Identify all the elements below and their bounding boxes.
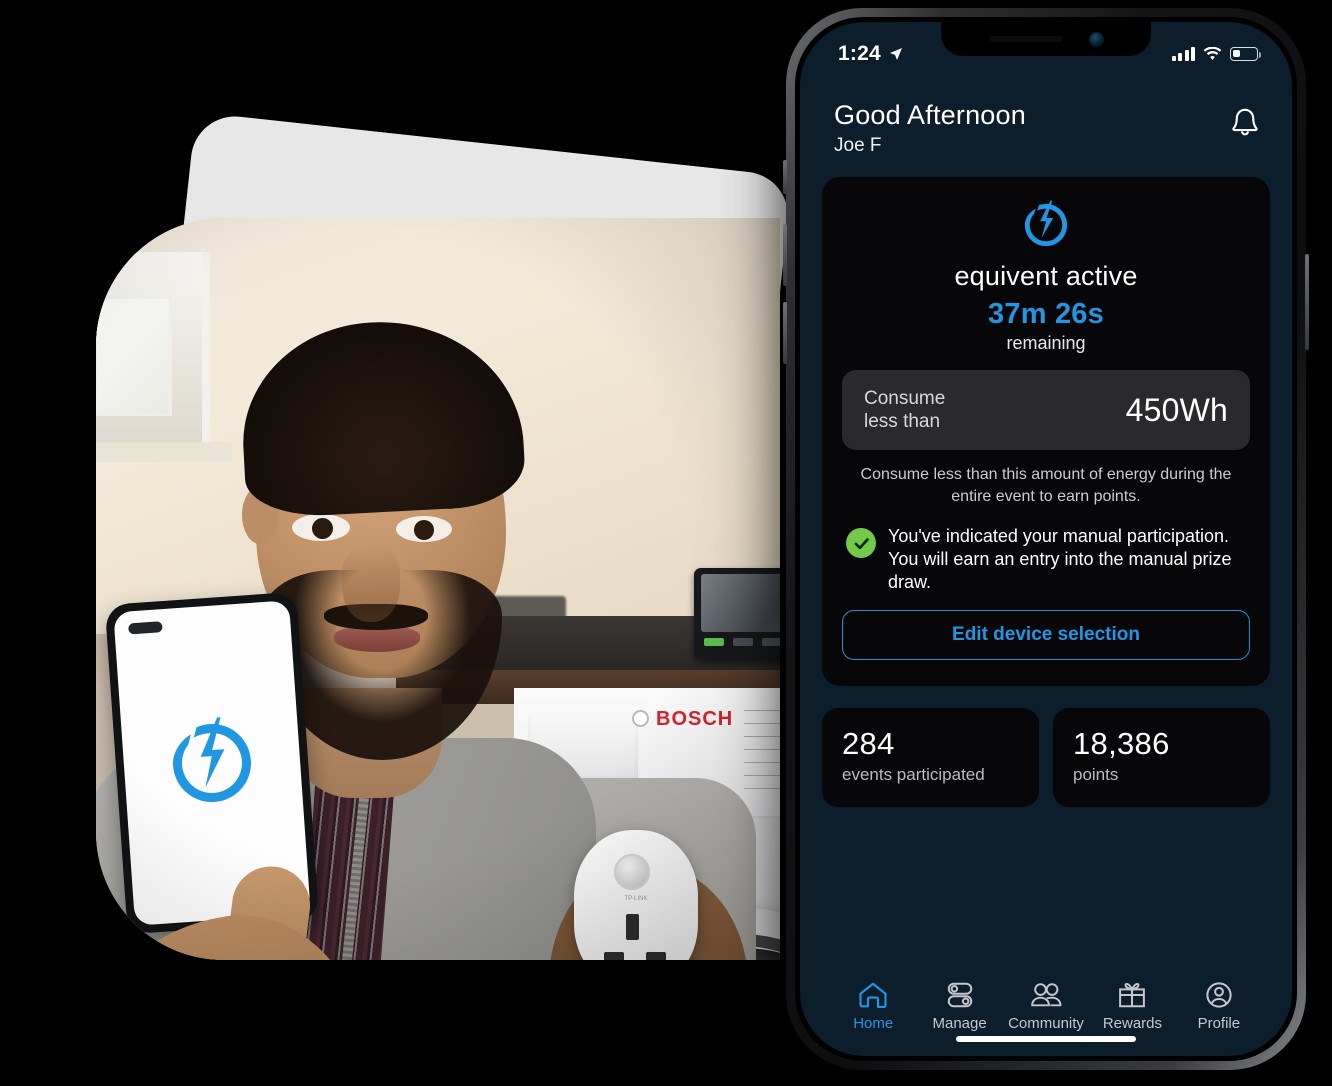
location-arrow-icon: [889, 48, 902, 60]
toggles-icon: [947, 982, 972, 1008]
event-title: equivent active: [954, 261, 1138, 291]
participation-notice-text: You've indicated your manual participati…: [888, 526, 1232, 593]
photo-vignette: [96, 218, 780, 960]
app-header: Good Afternoon Joe F: [822, 100, 1270, 157]
photo-composition: BOSCH: [0, 0, 800, 1086]
home-indicator[interactable]: [956, 1036, 1136, 1042]
status-bar-left: 1:24: [838, 42, 904, 66]
stat-card-events[interactable]: 284 events participated: [822, 708, 1039, 808]
status-bar-time: 1:24: [838, 42, 881, 65]
edit-device-selection-button[interactable]: Edit device selection: [842, 610, 1250, 661]
consumption-target-pill: Consume less than 450Wh: [842, 370, 1250, 451]
earpiece-speaker-icon: [988, 36, 1063, 42]
people-icon: [1031, 983, 1062, 1007]
stat-label: points: [1073, 765, 1119, 785]
app-content: Good Afternoon Joe F equivent active 37m…: [800, 22, 1292, 1056]
event-hint-text: Consume less than this amount of energy …: [860, 466, 1232, 505]
equivent-bolt-logo-icon: [1024, 200, 1068, 247]
stat-label: events participated: [842, 765, 985, 785]
consumption-target-value: 450Wh: [1125, 391, 1228, 428]
phone-notch: [941, 22, 1151, 56]
composite-scene: BOSCH: [0, 0, 1332, 1086]
participation-notice: You've indicated your manual participati…: [842, 525, 1250, 594]
phone-volume-down-button[interactable]: [783, 302, 787, 364]
stat-card-points[interactable]: 18,386 points: [1053, 708, 1270, 808]
tab-label: Manage: [932, 1015, 987, 1032]
event-remaining-label: remaining: [1006, 333, 1086, 353]
tab-rewards[interactable]: Rewards: [1089, 980, 1175, 1032]
event-card: equivent active 37m 26s remaining Consum…: [822, 177, 1270, 687]
photo-scene: BOSCH: [96, 218, 780, 960]
stat-value: 284: [842, 726, 895, 762]
tab-community[interactable]: Community: [1003, 980, 1089, 1032]
stats-row: 284 events participated 18,386 points: [822, 708, 1270, 808]
consumption-target-label-line2: less than: [864, 411, 941, 433]
bottom-tab-bar: Home Manage Community Rewards Profile: [822, 980, 1270, 1032]
tab-home[interactable]: Home: [830, 980, 916, 1032]
tab-label: Profile: [1197, 1015, 1241, 1032]
battery-low-icon: [1230, 47, 1261, 61]
stat-value: 18,386: [1073, 726, 1170, 762]
bell-icon[interactable]: [1228, 106, 1262, 144]
phone-screen: 1:24 Good Afternoon Joe F equivent activ…: [800, 22, 1292, 1056]
hero-photo: BOSCH: [96, 218, 780, 960]
wifi-icon: [1203, 47, 1222, 60]
phone-mockup: 1:24 Good Afternoon Joe F equivent activ…: [783, 8, 1309, 1070]
phone-silent-switch[interactable]: [783, 160, 787, 194]
tab-label: Community: [1008, 1015, 1084, 1032]
tab-manage[interactable]: Manage: [916, 980, 1002, 1032]
front-camera-icon: [1088, 31, 1104, 47]
user-name: Joe F: [834, 135, 882, 156]
greeting-block: Good Afternoon Joe F: [834, 100, 1026, 157]
gift-icon: [1119, 982, 1146, 1008]
consumption-target-label-line1: Consume: [864, 388, 946, 409]
phone-bezel: 1:24 Good Afternoon Joe F equivent activ…: [795, 17, 1297, 1061]
cellular-signal-icon: [1171, 47, 1195, 61]
event-logo-wrap: [842, 199, 1250, 251]
tab-label: Home: [853, 1015, 894, 1032]
home-icon: [859, 982, 887, 1008]
consumption-target-label: Consume less than: [864, 387, 945, 433]
check-circle-icon: [846, 528, 876, 559]
tab-label: Rewards: [1102, 1015, 1163, 1032]
person-circle-icon: [1206, 982, 1232, 1008]
event-time-remaining: 37m 26s: [988, 298, 1104, 330]
phone-power-button[interactable]: [1305, 254, 1309, 350]
phone-volume-up-button[interactable]: [783, 224, 787, 286]
greeting-title: Good Afternoon: [834, 100, 1026, 130]
status-bar-right: [1171, 47, 1261, 61]
tab-profile[interactable]: Profile: [1176, 980, 1262, 1032]
